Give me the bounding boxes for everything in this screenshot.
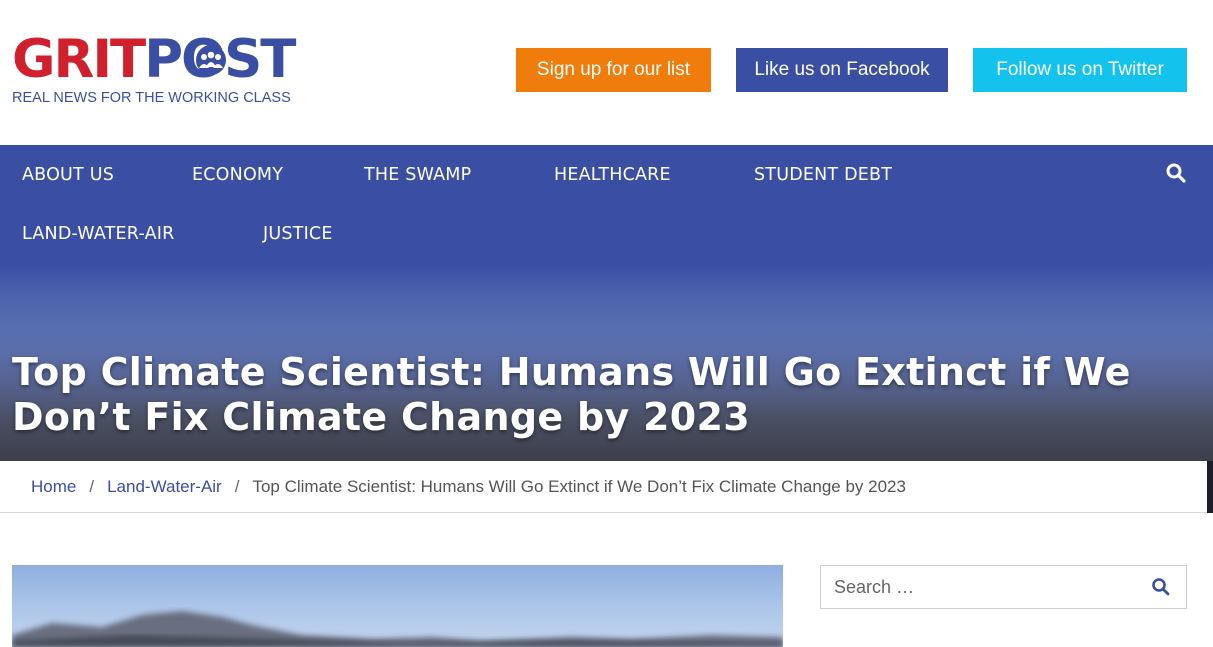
twitter-button[interactable]: Follow us on Twitter xyxy=(973,48,1187,92)
breadcrumb-separator: / xyxy=(234,476,240,496)
featured-image xyxy=(12,565,783,647)
site-logo[interactable]: GRITPOST REAL NEWS FOR THE WORKING CLASS xyxy=(12,33,302,113)
nav-item-the-swamp[interactable]: THE SWAMP xyxy=(364,165,471,185)
nav-item-healthcare[interactable]: HEALTHCARE xyxy=(554,165,671,185)
people-icon xyxy=(196,45,226,75)
mountain-landscape-image xyxy=(12,611,783,647)
nav-item-land-water-air[interactable]: LAND-WATER-AIR xyxy=(22,224,174,244)
logo-grit-text: GRIT xyxy=(12,29,146,90)
search-submit-icon[interactable] xyxy=(1151,577,1171,597)
search-input[interactable] xyxy=(821,566,1141,608)
sidebar-search-form xyxy=(820,565,1187,609)
breadcrumb-home-link[interactable]: Home xyxy=(31,477,76,497)
facebook-button[interactable]: Like us on Facebook xyxy=(736,48,948,92)
logo-wordmark: GRITPOST xyxy=(12,33,296,87)
nav-item-justice[interactable]: JUSTICE xyxy=(263,224,333,244)
search-icon[interactable] xyxy=(1165,162,1187,184)
site-header: GRITPOST REAL NEWS FOR THE WORKING CLASS… xyxy=(0,0,1213,145)
breadcrumb: Home / Land-Water-Air / Top Climate Scie… xyxy=(0,461,1207,513)
nav-item-economy[interactable]: ECONOMY xyxy=(192,165,283,185)
logo-tagline: REAL NEWS FOR THE WORKING CLASS xyxy=(12,90,291,106)
breadcrumb-current-page: Top Climate Scientist: Humans Will Go Ex… xyxy=(252,476,906,496)
breadcrumb-separator: / xyxy=(89,476,95,496)
signup-button[interactable]: Sign up for our list xyxy=(516,48,711,92)
nav-item-about-us[interactable]: ABOUT US xyxy=(22,165,114,185)
hero-edge-strip xyxy=(1207,461,1213,513)
breadcrumb-category-link[interactable]: Land-Water-Air xyxy=(107,477,222,497)
hero-banner: ABOUT US ECONOMY THE SWAMP HEALTHCARE ST… xyxy=(0,145,1213,465)
nav-item-student-debt[interactable]: STUDENT DEBT xyxy=(754,165,892,185)
article-title: Top Climate Scientist: Humans Will Go Ex… xyxy=(12,350,1131,439)
